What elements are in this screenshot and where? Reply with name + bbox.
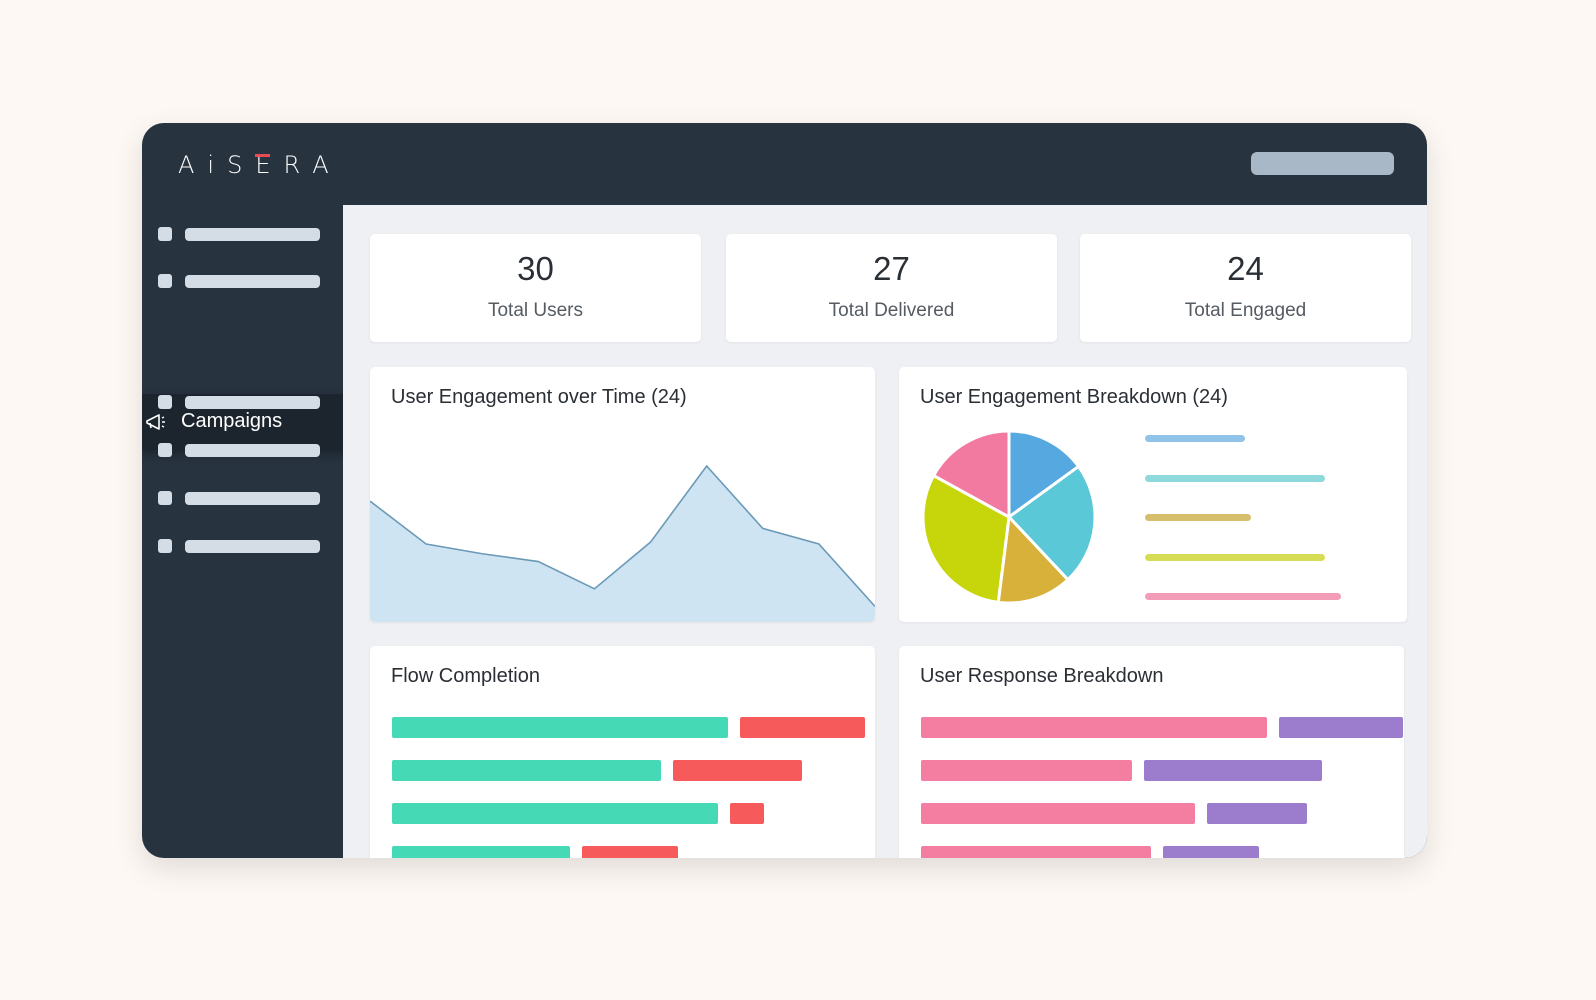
bar-segment-completed[interactable]: [392, 803, 719, 824]
logo-accent-bar: [255, 154, 271, 157]
dashboard-main: 30 Total Users 27 Total Delivered 24 Tot…: [343, 205, 1427, 858]
nav-item-icon: [158, 491, 172, 505]
bar-segment-b[interactable]: [1144, 760, 1322, 781]
bar-segment-b[interactable]: [1163, 846, 1260, 858]
nav-item-label-placeholder: [185, 396, 320, 409]
bar-segment-completed[interactable]: [392, 760, 661, 781]
stat-card-total-delivered[interactable]: 27 Total Delivered: [726, 234, 1057, 342]
pie-chart: [921, 429, 1097, 605]
logo-char: i: [207, 151, 228, 179]
logo-char: R: [283, 151, 313, 179]
sidebar-item-placeholder[interactable]: [158, 443, 323, 457]
bar-segment-completed[interactable]: [392, 717, 728, 738]
user-response-card: User Response Breakdown: [899, 646, 1404, 858]
card-title: Flow Completion: [391, 665, 540, 687]
area-fill: [370, 466, 875, 622]
user-menu-placeholder[interactable]: [1251, 152, 1394, 175]
area-chart: [370, 464, 875, 622]
nav-item-icon: [158, 274, 172, 288]
stat-value: 24: [1227, 250, 1264, 287]
legend-item: [1145, 474, 1325, 482]
stat-label: Total Users: [487, 300, 584, 321]
nav-item-label-placeholder: [185, 275, 320, 288]
logo-char: S: [227, 151, 256, 179]
card-title: User Engagement Breakdown (24): [920, 386, 1228, 408]
logo-char: A: [312, 151, 342, 179]
nav-item-label-placeholder: [185, 540, 320, 553]
sidebar-item-placeholder[interactable]: [158, 539, 323, 553]
top-bar: AiSE RA: [142, 123, 1427, 205]
bar-segment-b[interactable]: [1206, 803, 1308, 824]
aisera-logo[interactable]: AiSE RA: [178, 151, 342, 179]
bar-segment-a[interactable]: [921, 803, 1195, 824]
bar-segment-b[interactable]: [1278, 717, 1404, 738]
sidebar-item-label: Campaigns: [181, 410, 283, 432]
sidebar: Campaigns: [142, 205, 356, 858]
stat-label: Total Engaged: [1184, 300, 1307, 321]
sidebar-item-placeholder[interactable]: [158, 274, 323, 288]
bar-segment-a[interactable]: [921, 760, 1133, 781]
logo-char: A: [178, 151, 208, 179]
legend-item: [1145, 514, 1251, 521]
legend-item: [1145, 553, 1325, 561]
nav-item-label-placeholder: [185, 444, 320, 457]
sidebar-item-placeholder[interactable]: [158, 491, 323, 505]
engagement-breakdown-card: User Engagement Breakdown (24): [899, 367, 1407, 622]
bar-segment-dropped[interactable]: [672, 760, 803, 781]
legend-item: [1145, 435, 1245, 442]
nav-item-label-placeholder: [185, 492, 320, 505]
bar-segment-dropped[interactable]: [740, 717, 865, 738]
nav-item-icon: [158, 227, 172, 241]
sidebar-item-placeholder[interactable]: [158, 227, 323, 241]
legend-item: [1145, 593, 1341, 600]
nav-item-icon: [158, 395, 172, 409]
stat-value: 30: [517, 250, 554, 287]
bar-segment-completed[interactable]: [392, 846, 570, 858]
megaphone-icon: [146, 414, 165, 430]
stat-card-total-engaged[interactable]: 24 Total Engaged: [1080, 234, 1411, 342]
stat-card-total-users[interactable]: 30 Total Users: [370, 234, 701, 342]
flow-completion-card: Flow Completion: [370, 646, 875, 858]
logo-char-accent: E: [255, 151, 284, 179]
app-window: AiSE RA Campaigns 30 Total Users 27 Total…: [142, 123, 1427, 858]
bar-segment-a[interactable]: [921, 846, 1152, 858]
card-title: User Response Breakdown: [920, 665, 1164, 687]
bar-segment-dropped[interactable]: [730, 803, 764, 824]
bar-segment-a[interactable]: [921, 717, 1267, 738]
bar-segment-dropped[interactable]: [581, 846, 678, 858]
nav-item-icon: [158, 443, 172, 457]
stat-value: 27: [873, 250, 910, 287]
engagement-over-time-card: User Engagement over Time (24): [370, 367, 875, 622]
stat-label: Total Delivered: [828, 300, 955, 321]
nav-item-icon: [158, 539, 172, 553]
sidebar-item-placeholder[interactable]: [158, 395, 323, 409]
nav-item-label-placeholder: [185, 228, 320, 241]
